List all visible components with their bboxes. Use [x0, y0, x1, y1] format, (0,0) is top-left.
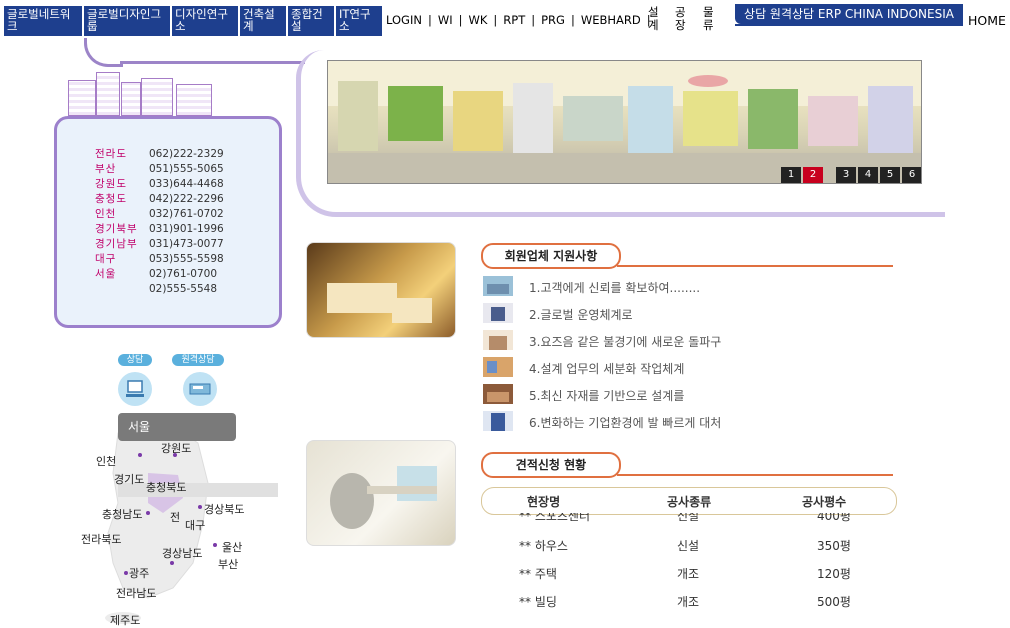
map-marker: [173, 453, 177, 457]
erp-menu-bar[interactable]: 상담 원격상담 ERP CHINA INDONESIA: [735, 4, 963, 24]
nav-global-network[interactable]: 글로벌네트워크: [4, 6, 84, 36]
design-link[interactable]: 설계: [648, 6, 660, 32]
home-link[interactable]: HOME: [968, 13, 1006, 28]
nav-global-design-group[interactable]: 글로벌디자인그룹: [84, 6, 172, 36]
nav-construction[interactable]: 종합건설: [288, 6, 336, 36]
phone-row: 충청도 042)222-2296: [95, 193, 224, 205]
map-marker: [170, 561, 174, 565]
estimate-table-header: 현장명 공사종류 공사평수: [481, 487, 897, 515]
banner-page-6[interactable]: 6: [902, 167, 921, 183]
phone-row: 경기남부 031)473-0077: [95, 238, 224, 250]
phone-row: 서울 02)761-0700: [95, 268, 218, 280]
map-label[interactable]: 부산: [218, 556, 238, 572]
nav-separator: |: [531, 13, 536, 27]
map-label[interactable]: 충청북도: [146, 479, 186, 495]
map-label[interactable]: 대구: [185, 517, 205, 533]
phone-row: 전라도 062)222-2329: [95, 148, 224, 160]
computer-icon: [126, 380, 144, 397]
top-navigation: 글로벌네트워크 글로벌디자인그룹 디자인연구소 건축설계 종합건설 IT연구소 …: [0, 0, 1010, 40]
contact-phone-panel: 전라도 062)222-2329 부산 051)555-5065 강원도 033)64…: [54, 116, 282, 328]
nav-separator: |: [493, 13, 498, 27]
nav-text-links: LOGIN | WI | WK | RPT | PRG | WEBHARD |: [386, 13, 657, 27]
factory-link[interactable]: 공장: [675, 6, 687, 32]
map-tooltip: 서울: [118, 413, 236, 441]
logistics-link[interactable]: 물류: [703, 6, 715, 32]
map-marker: [198, 505, 202, 509]
map-label[interactable]: 충청남도: [102, 506, 142, 522]
banner-page-5[interactable]: 5: [880, 167, 900, 183]
table-row[interactable]: ** 하우스 신설 350평: [481, 535, 895, 555]
map-marker: [138, 453, 142, 457]
consult-label: 상담: [118, 354, 152, 366]
consult-button[interactable]: [118, 372, 152, 406]
map-label[interactable]: 경상남도: [162, 545, 202, 561]
interior-photo: [306, 440, 456, 546]
table-row[interactable]: ** 주택 개조 120평: [481, 563, 895, 583]
login-link[interactable]: LOGIN: [386, 13, 422, 27]
map-label[interactable]: 전: [170, 509, 180, 525]
remote-device-icon: [189, 383, 211, 395]
nav-separator: |: [427, 13, 432, 27]
korea-map[interactable]: 서울 강원도 인천 경기도 충청북도 경상북도 충청남도 전 대구 전라북도 경…: [78, 413, 283, 627]
wk-link[interactable]: WK: [468, 13, 487, 27]
phone-row: 부산 051)555-5065: [95, 163, 224, 175]
remote-consult-button[interactable]: [183, 372, 217, 406]
map-label[interactable]: 인천: [96, 453, 116, 469]
map-label[interactable]: 경상북도: [204, 501, 244, 517]
estimate-title: 견적신청 현황: [481, 452, 621, 478]
webhard-link[interactable]: WEBHARD: [581, 13, 641, 27]
office-scene: [328, 61, 921, 183]
map-label[interactable]: 광주: [129, 565, 149, 581]
office-banner-image[interactable]: 1 2 3 4 5 6: [327, 60, 922, 184]
prg-link[interactable]: PRG: [541, 13, 565, 27]
phone-row: 대구 053)555-5598: [95, 253, 224, 265]
section-divider: [617, 265, 893, 267]
nav-architecture[interactable]: 건축설계: [240, 6, 288, 36]
nav-design-lab[interactable]: 디자인연구소: [172, 6, 240, 36]
table-row[interactable]: ** 빌딩 개조 500평: [481, 591, 895, 611]
phone-row: 강원도 033)644-4468: [95, 178, 224, 190]
wi-link[interactable]: WI: [438, 13, 453, 27]
map-marker: [213, 543, 217, 547]
support-title: 회원업체 지원사항: [481, 243, 621, 269]
phone-row: 경기북부 031)901-1996: [95, 223, 224, 235]
frame-line: [120, 61, 305, 64]
section-divider: [617, 474, 893, 476]
rpt-link[interactable]: RPT: [503, 13, 525, 27]
estimate-table-body: ** 스포츠센터 신설 400평 ** 하우스 신설 350평 ** 주택 개조 120평 …: [481, 513, 895, 624]
map-label[interactable]: 전라남도: [116, 585, 156, 601]
col-work-type: 공사종류: [667, 495, 712, 509]
nav-separator: |: [458, 13, 463, 27]
frame-curve-left: [84, 38, 123, 67]
lounge-photo: [306, 242, 456, 338]
col-area: 공사평수: [802, 495, 847, 509]
map-label[interactable]: 울산: [222, 539, 242, 555]
banner-page-1[interactable]: 1: [781, 167, 801, 183]
nav-it-lab[interactable]: IT연구소: [336, 6, 384, 36]
map-marker: [124, 571, 128, 575]
col-site-name: 현장명: [527, 495, 561, 509]
map-label[interactable]: 제주도: [110, 612, 140, 628]
phone-row: 02)555-5548: [149, 283, 218, 295]
phone-row: 인천 032)761-0702: [95, 208, 224, 220]
erp-underline: [735, 24, 963, 26]
table-row[interactable]: ** 스포츠센터 신설 400평: [481, 513, 895, 525]
nav-separator: |: [570, 13, 575, 27]
map-label[interactable]: 전라북도: [81, 531, 121, 547]
banner-page-3[interactable]: 3: [836, 167, 856, 183]
map-label[interactable]: 경기도: [114, 471, 144, 487]
map-marker: [146, 511, 150, 515]
banner-page-2[interactable]: 2: [803, 167, 823, 183]
banner-page-4[interactable]: 4: [858, 167, 878, 183]
remote-consult-label: 원격상담: [172, 354, 224, 366]
